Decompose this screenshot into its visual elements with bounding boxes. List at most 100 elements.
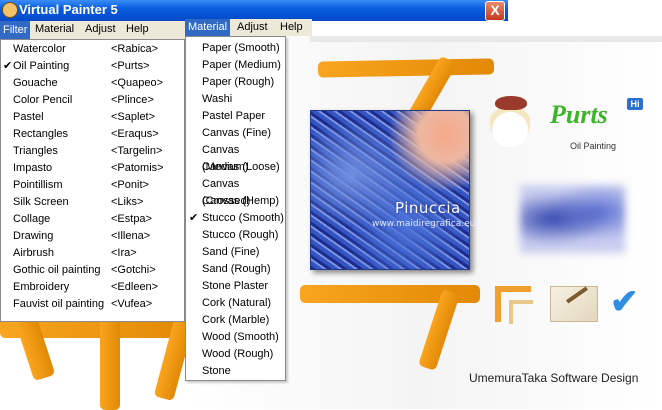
material-menu-item[interactable]: Canvas (Hemp) bbox=[186, 193, 285, 210]
material-menu-item[interactable]: Stone Plaster bbox=[186, 278, 285, 295]
menu-filter[interactable]: Filter bbox=[0, 21, 31, 39]
filter-menu-item-shortcut: <Purts> bbox=[111, 60, 150, 72]
material-dropdown: Paper (Smooth) Paper (Medium) Paper (Rough… bbox=[185, 36, 286, 381]
material-menu-item-label: Pastel Paper bbox=[202, 110, 265, 122]
frame-icon[interactable] bbox=[495, 286, 533, 324]
material-menu-item-label: Paper (Medium) bbox=[202, 59, 281, 71]
filter-menu-item[interactable]: Color Pencil <Plince> bbox=[1, 92, 184, 109]
material-menu-item[interactable]: Canvas (Medium) bbox=[186, 142, 285, 173]
filter-menu-item[interactable]: Airbrush <Ira> bbox=[1, 245, 184, 262]
menu-adjust[interactable]: Adjust bbox=[237, 19, 268, 36]
filter-menu-item[interactable]: ✔ Oil Painting <Purts> bbox=[1, 58, 184, 75]
watermark-name: Pinuccia bbox=[395, 199, 461, 217]
title-bar: Virtual Painter 5 X bbox=[0, 0, 508, 21]
filter-menu-item[interactable]: Embroidery <Edleen> bbox=[1, 279, 184, 296]
filter-menu-item-label: Pastel bbox=[13, 111, 44, 123]
material-menu-item[interactable]: Canvas (Loose) bbox=[186, 159, 285, 176]
material-menu-item[interactable]: Sand (Rough) bbox=[186, 261, 285, 278]
material-menu-item[interactable]: ✔ Stucco (Smooth) bbox=[186, 210, 285, 227]
filter-menu-item-shortcut: <Vufea> bbox=[111, 298, 153, 310]
material-menu-item-label: Canvas (Hemp) bbox=[202, 195, 280, 207]
filter-menu-item-shortcut: <Liks> bbox=[111, 196, 144, 208]
material-menu-item-label: Wood (Rough) bbox=[202, 348, 274, 360]
filter-menu-item[interactable]: Silk Screen <Liks> bbox=[1, 194, 184, 211]
filter-menu-item-label: Impasto bbox=[13, 162, 53, 174]
material-menu-item-label: Cork (Marble) bbox=[202, 314, 270, 326]
filter-menu-item-shortcut: <Saplet> bbox=[111, 111, 156, 123]
filter-menu-item-label: Fauvist oil painting bbox=[13, 298, 105, 310]
filter-menu-item[interactable]: Impasto <Patomis> bbox=[1, 160, 184, 177]
filter-menu-item-label: Embroidery bbox=[13, 281, 70, 293]
material-menu-item[interactable]: Wood (Smooth) bbox=[186, 329, 285, 346]
filter-menu-item-label: Silk Screen bbox=[13, 196, 69, 208]
menu-material[interactable]: Material bbox=[33, 23, 76, 35]
filter-menu-item[interactable]: Pastel <Saplet> bbox=[1, 109, 184, 126]
filter-menu-item-label: Color Pencil bbox=[13, 94, 73, 106]
checkmark-icon: ✔ bbox=[189, 212, 199, 224]
close-button[interactable]: X bbox=[485, 1, 505, 21]
filter-menu-item-shortcut: <Targelin> bbox=[111, 145, 163, 157]
material-menu-item-label: Stucco (Smooth) bbox=[202, 212, 284, 224]
material-menu-item[interactable]: Cork (Natural) bbox=[186, 295, 285, 312]
filter-menu-item-shortcut: <Ira> bbox=[111, 247, 137, 259]
material-menu-item[interactable]: Canvas (Crossed) bbox=[186, 176, 285, 207]
material-menu-item-label: Sand (Rough) bbox=[202, 263, 271, 275]
material-menu-item-label: Canvas (Fine) bbox=[202, 127, 272, 139]
filter-menu-item[interactable]: Pointillism <Ponit> bbox=[1, 177, 184, 194]
credit-text: UmemuraTaka Software Design bbox=[469, 371, 639, 385]
thumbnail-preview bbox=[520, 185, 625, 253]
menu-adjust[interactable]: Adjust bbox=[83, 23, 118, 35]
material-menu-item-label: Canvas (Loose) bbox=[202, 161, 280, 173]
material-menu-item[interactable]: Stone bbox=[186, 363, 285, 380]
material-menu-item[interactable]: Washi bbox=[186, 91, 285, 108]
material-menu-item-label: Wood (Smooth) bbox=[202, 331, 279, 343]
material-menu-item-label: Stucco (Rough) bbox=[202, 229, 279, 241]
material-menu-item[interactable]: Wood (Rough) bbox=[186, 346, 285, 363]
window-title: Virtual Painter 5 bbox=[19, 2, 118, 17]
material-menu-item-label: Paper (Rough) bbox=[202, 76, 275, 88]
filter-menu-item-label: Collage bbox=[13, 213, 51, 225]
material-menu-item[interactable]: Stucco (Rough) bbox=[186, 227, 285, 244]
material-menu-item[interactable]: Pastel Paper bbox=[186, 108, 285, 125]
filter-menu-item-label: Gouache bbox=[13, 77, 58, 89]
signature-icon[interactable] bbox=[550, 286, 598, 322]
material-menu-item[interactable]: Paper (Medium) bbox=[186, 57, 285, 74]
app-icon bbox=[2, 2, 18, 18]
material-menu-item[interactable]: Canvas (Fine) bbox=[186, 125, 285, 142]
menu-bar: Filter Material Adjust Help bbox=[0, 21, 185, 39]
material-menu-item-label: Paper (Smooth) bbox=[202, 42, 280, 54]
filter-menu-item[interactable]: Rectangles <Eraqus> bbox=[1, 126, 184, 143]
filter-menu-item[interactable]: Watercolor <Rabica> bbox=[1, 41, 184, 58]
filter-menu-item-shortcut: <Patomis> bbox=[111, 162, 164, 174]
material-menu-item[interactable]: Paper (Smooth) bbox=[186, 40, 285, 57]
material-menu-item[interactable]: Cork (Marble) bbox=[186, 312, 285, 329]
filter-menu-item-shortcut: <Eraqus> bbox=[111, 128, 159, 140]
filter-menu-item[interactable]: Gothic oil painting <Gotchi> bbox=[1, 262, 184, 279]
filter-menu-item-label: Triangles bbox=[13, 145, 58, 157]
filter-menu-item-label: Gothic oil painting bbox=[13, 264, 101, 276]
filter-menu-item-shortcut: <Quapeo> bbox=[111, 77, 163, 89]
filter-menu-item-label: Rectangles bbox=[13, 128, 69, 140]
menu-material-active[interactable]: Material bbox=[185, 19, 231, 36]
filter-menu-item[interactable]: Collage <Estpa> bbox=[1, 211, 184, 228]
filter-menu-item[interactable]: Gouache <Quapeo> bbox=[1, 75, 184, 92]
material-menu-item[interactable]: Sand (Fine) bbox=[186, 244, 285, 261]
filter-menu-item-shortcut: <Plince> bbox=[111, 94, 154, 106]
checkmark-icon: ✔ bbox=[3, 60, 13, 72]
material-menu-item[interactable]: Paper (Rough) bbox=[186, 74, 285, 91]
dog-mascot-icon bbox=[490, 96, 530, 148]
menu-help[interactable]: Help bbox=[280, 19, 303, 36]
brand-badge: Hi bbox=[627, 98, 643, 110]
menu-help[interactable]: Help bbox=[124, 23, 151, 35]
filter-menu-item[interactable]: Triangles <Targelin> bbox=[1, 143, 184, 160]
ok-check-icon[interactable]: ✔ bbox=[610, 284, 646, 320]
filter-menu-item-shortcut: <Gotchi> bbox=[111, 264, 156, 276]
material-menu-item-label: Sand (Fine) bbox=[202, 246, 260, 258]
filter-menu-item-shortcut: <Estpa> bbox=[111, 213, 152, 225]
filter-menu-item-shortcut: <Edleen> bbox=[111, 281, 159, 293]
filter-dropdown: Watercolor <Rabica> ✔ Oil Painting <Purts> Go… bbox=[0, 39, 185, 322]
watermark-url: www.maidiregrafica.eu bbox=[372, 219, 476, 229]
filter-menu-item[interactable]: Fauvist oil painting <Vufea> bbox=[1, 296, 184, 313]
material-menu-item-label: Stone Plaster bbox=[202, 280, 269, 292]
filter-menu-item[interactable]: Drawing <Illena> bbox=[1, 228, 184, 245]
